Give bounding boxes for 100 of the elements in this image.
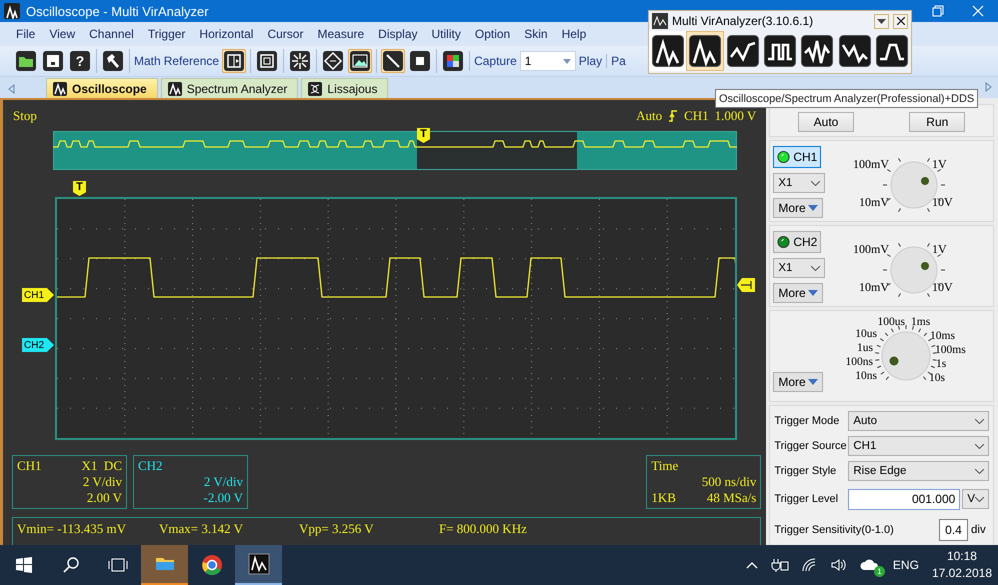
toolbar-button[interactable] [222, 49, 246, 73]
toolbar-button[interactable] [348, 49, 372, 73]
channel-toggle[interactable]: CH1 [773, 146, 822, 168]
toolbar-button[interactable] [408, 49, 432, 73]
chevron-down-icon [811, 180, 820, 186]
toolbar-button[interactable] [381, 49, 406, 73]
window-title: Multi VirAnalyzer(3.10.6.1) [672, 14, 814, 28]
capture-field[interactable]: 1 [520, 51, 576, 71]
menu-item[interactable]: Option [474, 27, 510, 41]
dropdown[interactable]: Auto [848, 411, 989, 431]
windows-logo-icon [16, 557, 32, 573]
measurement-value: Vmin= -113.435 mV [17, 521, 128, 537]
menu-item[interactable]: Measure [317, 27, 364, 41]
action-button[interactable]: Run [909, 112, 966, 132]
menu-item[interactable]: Channel [89, 27, 134, 41]
tab[interactable]: Oscilloscope [46, 78, 158, 98]
knob-label: 10V [932, 280, 953, 294]
toolbar-button[interactable] [321, 49, 346, 73]
trigger-position-marker[interactable]: T [417, 128, 430, 143]
toolbar-link[interactable]: Math [134, 54, 161, 68]
action-button[interactable]: Auto [798, 112, 854, 132]
info-scale: 2 V/div [204, 474, 243, 490]
chevron-down-icon [811, 266, 820, 270]
chevron-down-icon [975, 418, 984, 424]
task-view-icon [108, 557, 128, 573]
more-button[interactable]: More [773, 198, 824, 218]
toolbar-button[interactable] [41, 49, 65, 73]
menu-item[interactable]: Trigger [148, 27, 186, 41]
tooltip: Oscilloscope/Spectrum Analyzer(Professional)+DDS [715, 89, 978, 108]
menu-item[interactable]: View [49, 27, 76, 41]
chevron-down-icon [975, 468, 984, 474]
color-grid-icon [442, 50, 464, 72]
picture-icon [349, 50, 372, 72]
knob-label: 10ns [856, 370, 878, 382]
split-panel-icon [223, 50, 246, 72]
toolbar-button[interactable] [441, 49, 466, 73]
burst-wave-icon [801, 35, 834, 67]
info-title: CH2 [138, 458, 163, 474]
menu-item[interactable]: Utility [432, 27, 461, 41]
stop-icon [409, 50, 432, 72]
toolbar-button[interactable] [14, 49, 38, 73]
probe-dropdown[interactable]: X1 [773, 173, 826, 193]
toolbar-link[interactable]: Reference [164, 54, 220, 68]
measurement-value: Vpp= 3.256 V [299, 521, 375, 537]
dropdown-arrow-icon [808, 205, 818, 211]
dropdown-arrow-icon [808, 379, 818, 385]
probe-dropdown[interactable]: X1 [773, 258, 826, 278]
taskbar-app[interactable] [235, 545, 282, 585]
toolbar-link[interactable]: Capture [474, 54, 517, 68]
left-arrow-icon [8, 84, 15, 94]
field-label: Trigger Sensitivity(0-1.0) [774, 524, 895, 536]
channel-marker[interactable]: CH2 [22, 338, 54, 352]
toolbar-button[interactable] [255, 49, 280, 73]
power-plug-icon [770, 558, 789, 572]
menu-item[interactable]: Help [562, 27, 586, 41]
info-scale: 500 ns/div [702, 474, 756, 490]
language-indicator[interactable]: ENG [892, 558, 919, 572]
menu-item[interactable]: Horizontal [199, 27, 254, 41]
dropdown[interactable]: CH1 [848, 436, 989, 456]
menu-item[interactable]: File [16, 27, 36, 41]
toolbar-button[interactable] [101, 49, 125, 73]
knob-label: 100mV [853, 157, 890, 171]
tab[interactable]: Lissajous [301, 78, 388, 98]
input-field[interactable]: 001.000 [848, 488, 960, 510]
waveform-icon [4, 3, 20, 19]
toolbar-button[interactable] [288, 49, 312, 73]
toolbar-link[interactable]: Pa [611, 54, 626, 68]
info-title: Time [651, 458, 678, 474]
trigger-source: CH1 [684, 108, 709, 124]
cloud-icon [860, 556, 880, 570]
wave-icon [726, 35, 759, 67]
menu-item[interactable]: Display [378, 27, 418, 41]
wave-icon [652, 35, 684, 67]
dropdown[interactable]: Rise Edge [848, 461, 989, 481]
tab[interactable]: Spectrum Analyzer [160, 78, 298, 98]
input-field[interactable]: 0.4 [939, 519, 968, 541]
field-label: Trigger Style [774, 465, 838, 477]
more-button[interactable]: More [773, 283, 824, 303]
close-icon [896, 17, 904, 25]
trigger-position-marker[interactable]: T [73, 181, 86, 196]
menu-item[interactable]: Cursor [267, 27, 304, 41]
channel-marker[interactable]: CH1 [22, 288, 54, 302]
arrows-icon [289, 50, 312, 72]
tool-button[interactable] [686, 31, 724, 71]
toolbar-link[interactable]: Play [578, 54, 602, 68]
memory-depth: 1KB [651, 490, 676, 506]
knob-label: 1s [936, 358, 947, 370]
clock-time[interactable]: 10:18 [946, 548, 977, 565]
chevron-down-icon [975, 444, 984, 448]
dropdown-button[interactable] [874, 14, 889, 28]
help-button[interactable]: ? [68, 49, 92, 73]
channel-toggle[interactable]: CH2 [773, 231, 822, 253]
more-button[interactable]: More [773, 372, 824, 392]
folder-icon [15, 50, 37, 72]
knob-label: 10V [932, 195, 953, 209]
clock-date[interactable]: 17.02.2018 [932, 565, 992, 582]
menu-item[interactable]: Skin [524, 27, 548, 41]
tool-button[interactable] [649, 31, 686, 71]
close-button[interactable] [893, 14, 908, 28]
unit-dropdown[interactable]: V [962, 489, 989, 509]
